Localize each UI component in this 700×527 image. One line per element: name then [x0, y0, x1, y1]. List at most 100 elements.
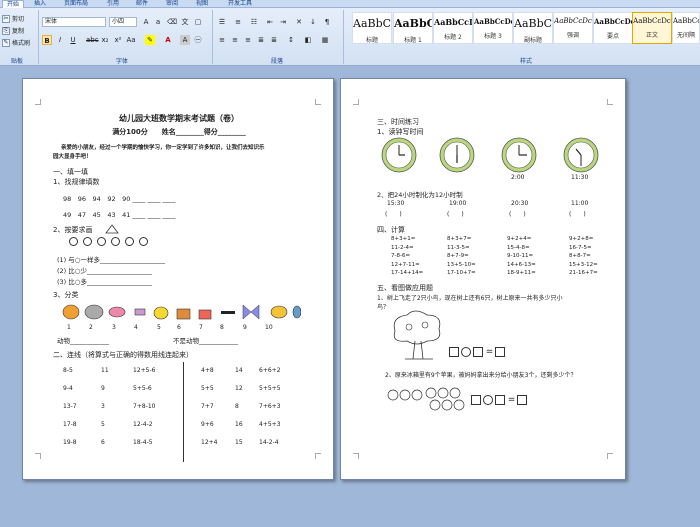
calc-item: 13+5-10=	[447, 261, 476, 268]
font-name-combo[interactable]: 宋体	[42, 17, 106, 27]
style-title[interactable]: AaBbC 标题	[352, 12, 392, 44]
duck-icon	[153, 306, 169, 320]
score-line: 满分100分 姓名________得分________	[112, 128, 246, 136]
tab-mailings[interactable]: 邮件	[132, 0, 152, 8]
subscript-button[interactable]: x₂	[100, 35, 110, 45]
style-no-spacing[interactable]: AaBbCcDc 无间隔	[672, 12, 700, 44]
bullets-icon[interactable]: ☰	[217, 17, 227, 27]
justify-icon[interactable]: ≣	[256, 35, 266, 45]
matching-cell: 18-4-5	[133, 439, 153, 446]
cut-button[interactable]: ✂ 剪切	[2, 14, 24, 23]
style-emphasis[interactable]: AaBbCcDc 强调	[553, 12, 593, 44]
borders-icon[interactable]: ▦	[320, 35, 330, 45]
shading-icon[interactable]: ◧	[303, 35, 313, 45]
chinese-layout-icon[interactable]: ✕	[294, 17, 304, 27]
section-heading: 一、填一填	[53, 168, 88, 176]
style-name: 标题 1	[404, 37, 422, 44]
matching-cell: 6	[101, 439, 105, 446]
matching-cell: 5+5	[201, 385, 214, 392]
tab-references[interactable]: 引用	[103, 0, 123, 8]
clear-format-icon[interactable]: ⌫	[167, 17, 177, 27]
divider	[183, 362, 184, 462]
style-strong[interactable]: AaBbCcDd 要点	[593, 12, 633, 44]
section-heading: 二、连线（将算式与正确的得数用线连起来）	[53, 351, 193, 359]
distributed-icon[interactable]: ≣	[269, 35, 279, 45]
font-group-label: 字体	[115, 58, 128, 65]
style-name: 副标题	[523, 37, 542, 44]
matching-cell: 12-4-2	[133, 421, 153, 428]
clock-time: 11:30	[571, 174, 589, 181]
calc-item: 7-8-6=	[391, 253, 411, 259]
copy-button[interactable]: ⎘ 复制	[2, 26, 24, 35]
style-sample: AaBbCcDc	[673, 17, 699, 25]
format-painter-button[interactable]: ✎ 格式刷	[2, 38, 30, 47]
change-case-button[interactable]: Aa	[126, 35, 136, 45]
superscript-button[interactable]: x²	[113, 35, 123, 45]
matching-cell: 16	[235, 421, 243, 428]
margin-mark	[35, 99, 41, 105]
matching-col: 8-5 9-4 13-7 17-8 19-8	[63, 362, 77, 452]
calc-item: 15+3-12=	[569, 261, 598, 268]
phonetic-icon[interactable]: 文	[180, 17, 190, 27]
matching-col: 11 9 3 5 6	[101, 362, 109, 452]
style-normal[interactable]: AaBbCcDc 正文	[632, 12, 672, 44]
time-12h-blank: ( )	[509, 211, 526, 218]
decrease-indent-icon[interactable]: ⇤	[265, 17, 275, 27]
font-color-icon[interactable]: A	[163, 35, 173, 45]
style-heading-2[interactable]: AaBbCcD 标题 2	[433, 12, 473, 44]
calc-item: 9+2+8=	[569, 236, 594, 242]
align-right-icon[interactable]: ≡	[243, 35, 253, 45]
style-sample: AaBbCcDc	[633, 17, 671, 25]
calc-item: 9-10-11=	[507, 253, 534, 259]
tab-view[interactable]: 视图	[192, 0, 212, 8]
style-sample: AaBbC	[353, 17, 391, 30]
matching-cell: 6+6+2	[259, 367, 281, 374]
page-1[interactable]: 幼儿园大班数学期末考试题（卷） 满分100分 姓名________得分_____…	[22, 78, 334, 480]
matching-col: 4+8 5+5 7+7 9+6 12+4	[201, 362, 217, 452]
subsection-heading: 1、读钟写时间	[377, 128, 424, 136]
font-size-combo[interactable]: 小四	[109, 17, 137, 27]
shrink-font-icon[interactable]: a	[153, 17, 163, 27]
enclose-char-icon[interactable]: ㊀	[193, 35, 203, 45]
tab-page-layout[interactable]: 页面布局	[60, 0, 92, 8]
char-shading-icon[interactable]: A	[180, 35, 190, 45]
matching-col: 12+5-6 5+5-6 7+8-10 12-4-2 18-4-5	[133, 362, 155, 452]
style-heading-1[interactable]: AaBbC 标题 1	[393, 12, 433, 44]
sort-icon[interactable]: ↓	[308, 17, 318, 27]
style-subtitle[interactable]: AaBbC 副标题	[513, 12, 553, 44]
bar-icon	[221, 311, 235, 314]
page-2[interactable]: 三、时间练习 1、读钟写时间 2:00 11:30 2、把24小时制化为12小时…	[340, 78, 626, 480]
numbering-icon[interactable]: ≡	[233, 17, 243, 27]
underline-button[interactable]: U	[68, 35, 78, 45]
time-24h: 15:30	[387, 200, 405, 207]
show-marks-icon[interactable]: ¶	[322, 17, 332, 27]
strikethrough-button[interactable]: abc	[86, 35, 99, 45]
word-problem: 1、树上飞走了2只小鸟，现在树上还有6只，树上原来一共有多少只小	[377, 295, 563, 302]
subsection-heading: 2、把24小时制化为12小时制	[377, 191, 463, 199]
style-heading-3[interactable]: AaBbCcDd 标题 3	[473, 12, 513, 44]
calc-item: 8+7-9=	[447, 253, 469, 259]
increase-indent-icon[interactable]: ⇥	[278, 17, 288, 27]
apples-picture	[387, 387, 465, 411]
tab-insert[interactable]: 插入	[30, 0, 50, 8]
highlight-icon[interactable]: ✎	[145, 35, 155, 45]
bold-button[interactable]: B	[42, 35, 52, 45]
time-12h-blank: ( )	[385, 211, 402, 218]
multilevel-list-icon[interactable]: ☷	[249, 17, 259, 27]
style-name: 无间隔	[676, 32, 695, 39]
calc-item: 12+7-11=	[391, 261, 420, 268]
tab-review[interactable]: 审阅	[162, 0, 182, 8]
italic-button[interactable]: I	[55, 35, 65, 45]
line-spacing-icon[interactable]: ↕	[286, 35, 296, 45]
align-center-icon[interactable]: ≡	[230, 35, 240, 45]
section-heading: 四、计算	[377, 226, 405, 234]
align-left-icon[interactable]: ≡	[217, 35, 227, 45]
circle-row	[69, 237, 153, 248]
subsection-heading: 2、按要求画	[53, 226, 93, 234]
tab-developer[interactable]: 开发工具	[224, 0, 256, 8]
matching-cell: 9+6	[201, 421, 214, 428]
style-name: 标题 2	[444, 34, 462, 41]
tab-home[interactable]: 开始	[2, 0, 25, 8]
grow-font-icon[interactable]: A	[141, 17, 151, 27]
char-border-icon[interactable]: ▢	[193, 17, 203, 27]
